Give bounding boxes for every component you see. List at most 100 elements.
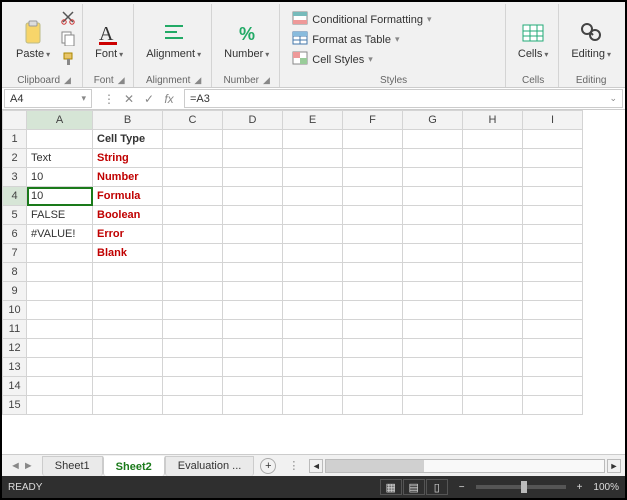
cell-F10[interactable] bbox=[343, 301, 403, 320]
cell-D4[interactable] bbox=[223, 187, 283, 206]
copy-icon[interactable] bbox=[60, 30, 76, 49]
row-header-11[interactable]: 11 bbox=[3, 320, 27, 339]
enter-icon[interactable]: ✓ bbox=[140, 92, 158, 106]
cell-D9[interactable] bbox=[223, 282, 283, 301]
cell-A5[interactable]: FALSE bbox=[27, 206, 93, 225]
number-button[interactable]: % Number bbox=[220, 17, 273, 62]
cell-A10[interactable] bbox=[27, 301, 93, 320]
dialog-launcher-icon[interactable]: ◢ bbox=[194, 75, 201, 86]
row-header-9[interactable]: 9 bbox=[3, 282, 27, 301]
col-header-D[interactable]: D bbox=[223, 111, 283, 130]
alignment-button[interactable]: Alignment bbox=[142, 17, 205, 62]
cell-A3[interactable]: 10 bbox=[27, 168, 93, 187]
cells-button[interactable]: Cells bbox=[514, 17, 552, 62]
cell-F12[interactable] bbox=[343, 339, 403, 358]
cell-H10[interactable] bbox=[463, 301, 523, 320]
cell-I6[interactable] bbox=[523, 225, 583, 244]
dots-icon[interactable]: ⋮ bbox=[100, 92, 118, 106]
row-header-15[interactable]: 15 bbox=[3, 396, 27, 415]
cell-C11[interactable] bbox=[163, 320, 223, 339]
cell-B7[interactable]: Blank bbox=[93, 244, 163, 263]
horizontal-scrollbar[interactable]: ◄ ► bbox=[305, 459, 625, 473]
col-header-C[interactable]: C bbox=[163, 111, 223, 130]
cell-C12[interactable] bbox=[163, 339, 223, 358]
cell-E9[interactable] bbox=[283, 282, 343, 301]
cell-E7[interactable] bbox=[283, 244, 343, 263]
cell-I5[interactable] bbox=[523, 206, 583, 225]
tab-next-icon[interactable]: ► bbox=[23, 460, 34, 472]
cell-F7[interactable] bbox=[343, 244, 403, 263]
cell-D7[interactable] bbox=[223, 244, 283, 263]
cell-B14[interactable] bbox=[93, 377, 163, 396]
view-normal-button[interactable]: ▦ bbox=[380, 479, 402, 495]
cell-F15[interactable] bbox=[343, 396, 403, 415]
cell-D6[interactable] bbox=[223, 225, 283, 244]
cell-F8[interactable] bbox=[343, 263, 403, 282]
cell-C13[interactable] bbox=[163, 358, 223, 377]
cell-A6[interactable]: #VALUE! bbox=[27, 225, 93, 244]
dialog-launcher-icon[interactable]: ◢ bbox=[64, 75, 71, 86]
view-page-layout-button[interactable]: ▤ bbox=[403, 479, 425, 495]
cell-G12[interactable] bbox=[403, 339, 463, 358]
chevron-down-icon[interactable]: ▾ bbox=[81, 93, 86, 104]
cell-G1[interactable] bbox=[403, 130, 463, 149]
cell-E11[interactable] bbox=[283, 320, 343, 339]
cell-C3[interactable] bbox=[163, 168, 223, 187]
scroll-thumb[interactable] bbox=[326, 460, 423, 472]
dialog-launcher-icon[interactable]: ◢ bbox=[263, 75, 270, 86]
cell-I11[interactable] bbox=[523, 320, 583, 339]
cell-A4[interactable]: 10 bbox=[27, 187, 93, 206]
cell-E10[interactable] bbox=[283, 301, 343, 320]
cell-H11[interactable] bbox=[463, 320, 523, 339]
cell-A14[interactable] bbox=[27, 377, 93, 396]
col-header-B[interactable]: B bbox=[93, 111, 163, 130]
cell-G6[interactable] bbox=[403, 225, 463, 244]
cell-B12[interactable] bbox=[93, 339, 163, 358]
cell-H3[interactable] bbox=[463, 168, 523, 187]
row-header-2[interactable]: 2 bbox=[3, 149, 27, 168]
cell-D12[interactable] bbox=[223, 339, 283, 358]
cell-H9[interactable] bbox=[463, 282, 523, 301]
cell-G4[interactable] bbox=[403, 187, 463, 206]
cell-C2[interactable] bbox=[163, 149, 223, 168]
cell-A9[interactable] bbox=[27, 282, 93, 301]
cell-E1[interactable] bbox=[283, 130, 343, 149]
cell-E5[interactable] bbox=[283, 206, 343, 225]
cell-H8[interactable] bbox=[463, 263, 523, 282]
cell-F4[interactable] bbox=[343, 187, 403, 206]
cell-F3[interactable] bbox=[343, 168, 403, 187]
cell-A12[interactable] bbox=[27, 339, 93, 358]
cell-D13[interactable] bbox=[223, 358, 283, 377]
cut-icon[interactable] bbox=[60, 9, 76, 28]
cell-A1[interactable] bbox=[27, 130, 93, 149]
cell-H6[interactable] bbox=[463, 225, 523, 244]
cell-C7[interactable] bbox=[163, 244, 223, 263]
cell-B5[interactable]: Boolean bbox=[93, 206, 163, 225]
cell-D2[interactable] bbox=[223, 149, 283, 168]
row-header-3[interactable]: 3 bbox=[3, 168, 27, 187]
cell-C14[interactable] bbox=[163, 377, 223, 396]
cell-H15[interactable] bbox=[463, 396, 523, 415]
cell-G14[interactable] bbox=[403, 377, 463, 396]
cell-G13[interactable] bbox=[403, 358, 463, 377]
cell-E6[interactable] bbox=[283, 225, 343, 244]
scroll-track[interactable] bbox=[325, 459, 605, 473]
cell-B9[interactable] bbox=[93, 282, 163, 301]
col-header-A[interactable]: A bbox=[27, 111, 93, 130]
cell-H5[interactable] bbox=[463, 206, 523, 225]
cell-E2[interactable] bbox=[283, 149, 343, 168]
cell-D1[interactable] bbox=[223, 130, 283, 149]
cell-B11[interactable] bbox=[93, 320, 163, 339]
col-header-G[interactable]: G bbox=[403, 111, 463, 130]
cell-styles-button[interactable]: Cell Styles▾ bbox=[288, 50, 377, 69]
cell-G2[interactable] bbox=[403, 149, 463, 168]
cell-B8[interactable] bbox=[93, 263, 163, 282]
cell-I4[interactable] bbox=[523, 187, 583, 206]
cell-F14[interactable] bbox=[343, 377, 403, 396]
select-all-corner[interactable] bbox=[3, 111, 27, 130]
cell-G7[interactable] bbox=[403, 244, 463, 263]
row-header-8[interactable]: 8 bbox=[3, 263, 27, 282]
editing-button[interactable]: Editing bbox=[567, 17, 615, 62]
cell-I10[interactable] bbox=[523, 301, 583, 320]
tab-nav[interactable]: ◄ ► bbox=[2, 460, 42, 472]
